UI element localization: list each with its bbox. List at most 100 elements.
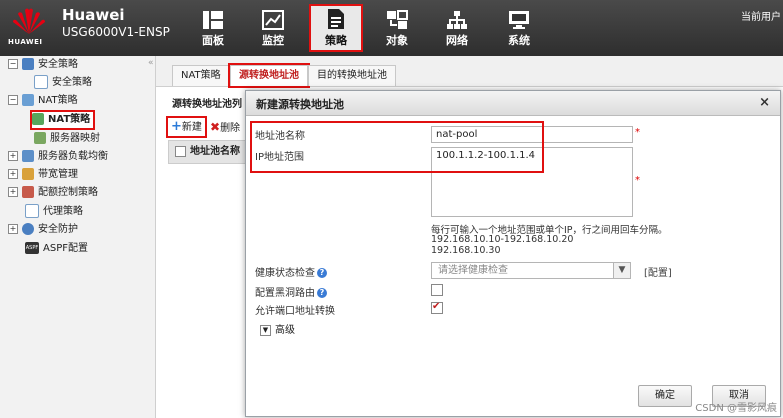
pool-name-input[interactable]: nat-pool xyxy=(431,126,633,143)
close-icon[interactable]: × xyxy=(759,95,770,110)
sidebar-item-security-protection[interactable]: + 安全防护 xyxy=(8,222,78,238)
blackhole-route-label: 配置黑洞路由? xyxy=(255,284,327,299)
ip-range-example-1: 192.168.10.10-192.168.10.20 xyxy=(431,234,574,245)
chevron-down-icon[interactable]: ▼ xyxy=(613,263,630,278)
sidebar-item-proxy-policy[interactable]: 代理策略 xyxy=(25,204,83,220)
policy-document-icon xyxy=(328,9,344,29)
collapse-icon[interactable]: − xyxy=(8,59,18,69)
sidebar-item-server-load-balance[interactable]: + 服务器负载均衡 xyxy=(8,149,108,165)
sidebar-item-label: 服务器映射 xyxy=(50,133,100,144)
required-mark: * xyxy=(635,127,640,138)
help-icon[interactable]: ? xyxy=(317,268,327,278)
nav-monitor[interactable]: 监控 xyxy=(248,8,298,50)
object-icon xyxy=(387,10,408,29)
nat-rule-icon xyxy=(32,113,44,125)
sidebar-item-label: 安全策略 xyxy=(52,77,92,88)
system-icon xyxy=(509,11,529,29)
load-balance-icon xyxy=(22,150,34,162)
watermark: CSDN @雪影风痕 xyxy=(695,403,777,414)
nav-label: 监控 xyxy=(262,34,284,47)
advanced-label: 高级 xyxy=(275,325,295,336)
policy-icon xyxy=(34,75,48,89)
health-config-link[interactable]: [配置] xyxy=(644,264,672,279)
sidebar-item-nat-policy[interactable]: NAT策略 xyxy=(29,110,96,130)
nav-dashboard[interactable]: 面板 xyxy=(188,8,238,50)
expand-icon[interactable]: + xyxy=(8,151,18,161)
current-user[interactable]: 当前用户 xyxy=(741,8,781,23)
sidebar-item-bandwidth[interactable]: + 带宽管理 xyxy=(8,167,78,183)
nat-icon xyxy=(22,94,34,106)
collapse-icon[interactable]: − xyxy=(8,95,18,105)
brand-name: Huawei xyxy=(62,6,125,24)
sidebar: − 安全策略 安全策略 − NAT策略 NAT策略 服务器映射 + 服务器负载均衡 +… xyxy=(0,56,156,418)
port-translation-label: 允许端口地址转换 xyxy=(255,306,335,317)
sidebar-item-security-policy[interactable]: 安全策略 xyxy=(34,75,92,91)
expand-icon[interactable]: + xyxy=(8,224,18,234)
sidebar-item-label: 安全策略 xyxy=(38,59,78,70)
device-model: USG6000V1-ENSP xyxy=(62,25,170,39)
sidebar-collapse-icon[interactable]: « xyxy=(148,58,154,68)
nav-policy[interactable]: 策略 xyxy=(309,4,363,52)
tab-nat-policy[interactable]: NAT策略 xyxy=(172,65,230,86)
sidebar-item-label: NAT策略 xyxy=(48,114,91,125)
sidebar-item-nat-policy-group[interactable]: − NAT策略 xyxy=(8,93,78,109)
blackhole-route-checkbox[interactable] xyxy=(431,284,443,296)
nav-system[interactable]: 系统 xyxy=(494,8,544,50)
expand-icon[interactable]: + xyxy=(8,187,18,197)
tab-bar: NAT策略 源转换地址池 目的转换地址池 xyxy=(156,56,783,88)
new-source-nat-pool-dialog: 新建源转换地址池 × 地址池名称 nat-pool * IP地址范围 100.1… xyxy=(245,90,781,417)
advanced-toggle[interactable]: ▼ 高级 xyxy=(260,321,295,336)
logo-wordmark: HUAWEI xyxy=(8,38,43,46)
network-icon xyxy=(447,11,467,29)
quota-icon xyxy=(22,186,34,198)
nav-label: 网络 xyxy=(446,34,468,47)
expand-icon[interactable]: + xyxy=(8,169,18,179)
sidebar-item-server-mapping[interactable]: 服务器映射 xyxy=(34,131,100,147)
nav-label: 策略 xyxy=(325,34,347,47)
column-header-pool-name: 地址池名称 xyxy=(190,146,240,157)
sidebar-item-label: ASPF配置 xyxy=(43,243,88,254)
ip-range-label: IP地址范围 xyxy=(255,152,304,163)
nav-network[interactable]: 网络 xyxy=(432,8,482,50)
required-mark: * xyxy=(635,175,640,186)
nav-label: 面板 xyxy=(202,34,224,47)
ip-range-example-2: 192.168.10.30 xyxy=(431,245,501,256)
select-all-checkbox[interactable] xyxy=(175,145,186,157)
server-map-icon xyxy=(34,132,46,144)
nav-object[interactable]: 对象 xyxy=(372,8,422,50)
protection-icon xyxy=(22,223,34,235)
shield-policy-icon xyxy=(22,58,34,70)
help-icon[interactable]: ? xyxy=(317,288,327,298)
health-check-text: 健康状态检查 xyxy=(255,268,315,279)
health-check-select[interactable]: 请选择健康检查 ▼ xyxy=(431,262,631,279)
health-check-label: 健康状态检查? xyxy=(255,264,327,279)
aspf-icon: ASPF xyxy=(25,242,39,254)
blackhole-route-text: 配置黑洞路由 xyxy=(255,288,315,299)
triangle-down-icon: ▼ xyxy=(260,324,271,336)
delete-label: 删除 xyxy=(220,123,241,134)
dialog-title: 新建源转换地址池 xyxy=(256,98,344,111)
sidebar-item-quota[interactable]: + 配额控制策略 xyxy=(8,185,98,201)
pool-list-title: 源转换地址池列 xyxy=(172,99,242,110)
add-button[interactable]: +新建 xyxy=(166,116,207,138)
sidebar-item-label: NAT策略 xyxy=(38,95,78,106)
sidebar-item-security-policy-group[interactable]: − 安全策略 xyxy=(8,57,78,73)
nav-label: 对象 xyxy=(386,34,408,47)
delete-button[interactable]: ✖删除 xyxy=(210,118,240,136)
tab-destination-nat-pool[interactable]: 目的转换地址池 xyxy=(308,65,396,86)
ip-range-textarea[interactable]: 100.1.1.2-100.1.1.4 xyxy=(431,147,633,217)
sidebar-item-label: 服务器负载均衡 xyxy=(38,151,108,162)
sidebar-item-label: 配额控制策略 xyxy=(38,187,98,198)
add-label: 新建 xyxy=(181,122,202,133)
health-check-placeholder: 请选择健康检查 xyxy=(438,265,508,276)
monitor-chart-icon xyxy=(262,10,284,30)
tab-source-nat-pool[interactable]: 源转换地址池 xyxy=(228,63,310,88)
sidebar-item-label: 安全防护 xyxy=(38,224,78,235)
nav-label: 系统 xyxy=(508,34,530,47)
dashboard-icon xyxy=(203,11,223,29)
sidebar-item-aspf[interactable]: ASPF ASPF配置 xyxy=(25,241,88,257)
dialog-titlebar[interactable]: 新建源转换地址池 × xyxy=(246,91,780,116)
port-translation-checkbox[interactable] xyxy=(431,301,443,314)
ok-button[interactable]: 确定 xyxy=(638,385,692,407)
proxy-icon xyxy=(25,204,39,218)
